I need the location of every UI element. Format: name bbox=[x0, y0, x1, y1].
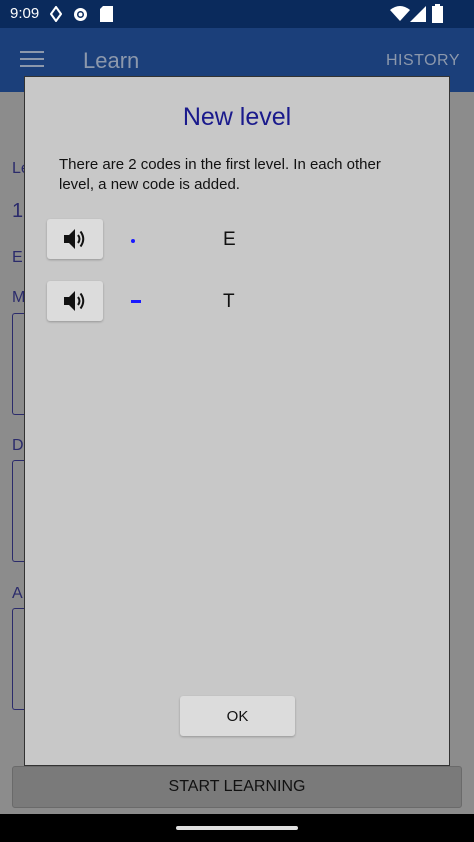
status-time: 9:09 bbox=[10, 5, 40, 22]
background-label: D bbox=[12, 437, 24, 454]
dialog-message: There are 2 codes in the first level. In… bbox=[59, 156, 381, 193]
code-letter: T bbox=[223, 291, 235, 312]
page-title: Learn bbox=[83, 48, 140, 73]
background-label: A bbox=[12, 585, 23, 602]
location-icon bbox=[49, 5, 63, 27]
morse-dot bbox=[131, 239, 135, 243]
start-learning-button[interactable]: START LEARNING bbox=[12, 766, 462, 808]
battery-icon bbox=[432, 4, 443, 28]
speaker-icon bbox=[64, 229, 85, 249]
home-gesture-handle[interactable] bbox=[176, 826, 298, 830]
settings-icon bbox=[72, 6, 89, 28]
new-level-dialog: New level There are 2 codes in the first… bbox=[24, 76, 450, 766]
start-learning-label: START LEARNING bbox=[168, 778, 306, 795]
background-value: 1 bbox=[12, 200, 24, 222]
sd-card-icon bbox=[100, 6, 113, 27]
navigation-bar bbox=[0, 814, 474, 842]
background-label: E bbox=[12, 249, 23, 266]
play-sound-button[interactable] bbox=[47, 281, 103, 321]
history-button[interactable]: HISTORY bbox=[386, 52, 460, 70]
menu-icon[interactable] bbox=[20, 51, 44, 69]
play-sound-button[interactable] bbox=[47, 219, 103, 259]
status-bar: 9:09 bbox=[0, 0, 474, 28]
code-letter: E bbox=[223, 229, 236, 250]
ok-button[interactable]: OK bbox=[180, 696, 295, 736]
code-row-t: T bbox=[47, 281, 427, 323]
signal-icon bbox=[410, 6, 426, 27]
code-row-e: E bbox=[47, 219, 427, 261]
ok-label: OK bbox=[226, 708, 249, 725]
morse-dash bbox=[131, 300, 141, 303]
speaker-icon bbox=[64, 291, 85, 311]
dialog-title: New level bbox=[182, 103, 292, 131]
wifi-icon bbox=[390, 6, 410, 26]
